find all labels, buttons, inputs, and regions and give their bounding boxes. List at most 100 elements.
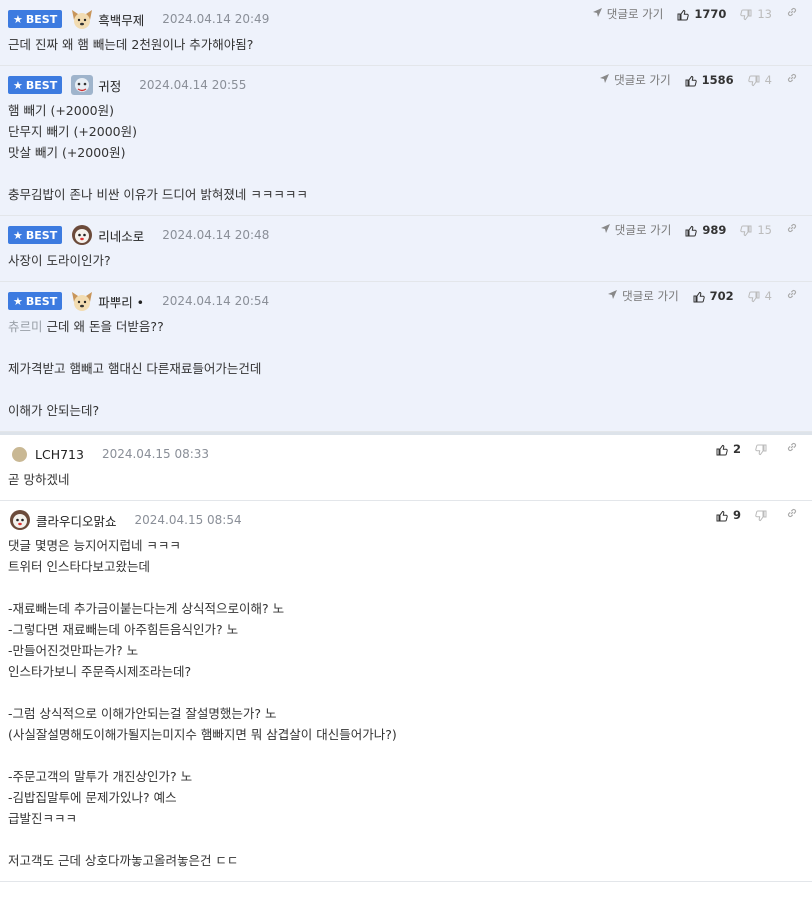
like-button[interactable]: 1770 bbox=[677, 7, 726, 21]
link-icon[interactable] bbox=[786, 288, 798, 304]
comment-text: 햄 빼기 (+2000원) bbox=[8, 103, 114, 118]
go-to-reply-link[interactable]: 댓글로 가기 bbox=[607, 288, 679, 304]
comment-line: 이해가 안되는데? bbox=[8, 400, 804, 421]
comment-text: 댓글 몇명은 능지어지럽네 ㅋㅋㅋ bbox=[8, 538, 181, 553]
comment-body: 근데 진짜 왜 햄 빼는데 2천원이나 추가해야됨? bbox=[8, 34, 804, 55]
go-to-reply-link[interactable]: 댓글로 가기 bbox=[599, 72, 671, 88]
like-count: 2 bbox=[732, 442, 741, 456]
mention-link[interactable]: 츄르미 bbox=[8, 319, 43, 334]
comment-line bbox=[8, 337, 804, 358]
comment-item: LCH713 2024.04.15 08:33 2 곧 망하겠네 bbox=[0, 435, 812, 501]
dislike-count: 15 bbox=[757, 223, 772, 237]
dislike-count: 4 bbox=[764, 73, 772, 87]
nickname[interactable]: 클라우디오맑쇼 bbox=[36, 511, 117, 530]
comment-text: -그럼 상식적으로 이해가안되는걸 잘설명했는가? 노 bbox=[8, 706, 277, 721]
go-to-reply-link[interactable]: 댓글로 가기 bbox=[592, 6, 664, 22]
comment-item: ★ BEST 귀정 2024.04.14 20:55 댓글로 가기 1586 4 햄 빼기 (… bbox=[0, 66, 812, 216]
comment-text: 급발진ㅋㅋㅋ bbox=[8, 811, 78, 826]
avatar[interactable] bbox=[70, 224, 94, 246]
avatar[interactable] bbox=[12, 446, 27, 462]
nickname[interactable]: 파뿌리 • bbox=[98, 292, 144, 311]
comment-date: 2024.04.14 20:48 bbox=[162, 228, 270, 242]
comment-line: 햄 빼기 (+2000원) bbox=[8, 100, 804, 121]
thumbs-down-icon bbox=[755, 508, 767, 522]
link-icon[interactable] bbox=[786, 6, 798, 22]
reply-arrow-icon bbox=[600, 223, 611, 237]
comment-text: 근데 진짜 왜 햄 빼는데 2천원이나 추가해야됨? bbox=[8, 37, 254, 52]
like-count: 989 bbox=[702, 223, 727, 237]
dislike-button[interactable] bbox=[755, 508, 772, 522]
dislike-button[interactable] bbox=[755, 442, 772, 456]
nickname[interactable]: LCH713 bbox=[35, 447, 84, 462]
comment-date: 2024.04.15 08:33 bbox=[101, 447, 210, 461]
star-icon: ★ bbox=[13, 12, 23, 26]
go-to-reply-label: 댓글로 가기 bbox=[606, 7, 664, 21]
comment-body: 사장이 도라이인가? bbox=[8, 250, 804, 271]
comment-body: 곧 망하겠네 bbox=[8, 469, 804, 490]
star-icon: ★ bbox=[13, 294, 23, 308]
reply-arrow-icon bbox=[599, 73, 610, 87]
best-badge-label: BEST bbox=[25, 294, 58, 308]
nickname[interactable]: 리네소로 bbox=[98, 226, 144, 245]
link-icon[interactable] bbox=[786, 222, 798, 238]
comment-actions: 댓글로 가기 702 4 bbox=[607, 288, 798, 304]
go-to-reply-label: 댓글로 가기 bbox=[614, 73, 671, 87]
avatar[interactable] bbox=[8, 509, 32, 531]
comment-line: -그럼 상식적으로 이해가안되는걸 잘설명했는가? 노 bbox=[8, 703, 804, 724]
comment-text: -재료빼는데 추가금이붙는다는게 상식적으로이해? 노 bbox=[8, 601, 285, 616]
avatar[interactable] bbox=[70, 8, 94, 30]
comment-line: -주문고객의 말투가 개진상인가? 노 bbox=[8, 766, 804, 787]
comment-line: 근데 진짜 왜 햄 빼는데 2천원이나 추가해야됨? bbox=[8, 34, 804, 55]
like-count: 702 bbox=[709, 289, 734, 303]
avatar[interactable] bbox=[70, 74, 94, 96]
comment-line: 저고객도 근데 상호다까놓고올려놓은건 ㄷㄷ bbox=[8, 850, 804, 871]
comment-text: -김밥집말투에 문제가있나? 예스 bbox=[8, 790, 177, 805]
comment-text: -만들어진것만파는가? 노 bbox=[8, 643, 139, 658]
best-badge: ★ BEST bbox=[8, 292, 63, 310]
like-button[interactable]: 1586 bbox=[685, 73, 734, 87]
comment-line bbox=[8, 682, 804, 703]
like-button[interactable]: 989 bbox=[685, 223, 726, 237]
comment-text: 사장이 도라이인가? bbox=[8, 253, 111, 268]
comment-text: 근데 왜 돈을 더받음?? bbox=[46, 319, 164, 334]
comment-text: (사실잘설명해도이해가될지는미지수 햄빠지면 뭐 삼겹살이 대신들어가나?) bbox=[8, 727, 397, 742]
comment-line: 충무김밥이 존나 비싼 이유가 드디어 밝혀졌네 ㅋㅋㅋㅋㅋ bbox=[8, 184, 804, 205]
comment-line: 급발진ㅋㅋㅋ bbox=[8, 808, 804, 829]
link-icon[interactable] bbox=[786, 441, 798, 457]
comment-line bbox=[8, 577, 804, 598]
thumbs-up-icon bbox=[716, 508, 728, 522]
comment-text: 곧 망하겠네 bbox=[8, 472, 70, 487]
dislike-button[interactable]: 4 bbox=[747, 289, 772, 303]
comment-item: ★ BEST 흑백무제 2024.04.14 20:49 댓글로 가기 1770 13 근데 … bbox=[0, 0, 812, 66]
nickname[interactable]: 귀정 bbox=[98, 76, 121, 95]
comment-line: 댓글 몇명은 능지어지럽네 ㅋㅋㅋ bbox=[8, 535, 804, 556]
comment-line: (사실잘설명해도이해가될지는미지수 햄빠지면 뭐 삼겹살이 대신들어가나?) bbox=[8, 724, 804, 745]
go-to-reply-label: 댓글로 가기 bbox=[622, 289, 679, 303]
best-badge: ★ BEST bbox=[8, 76, 63, 94]
dislike-button[interactable]: 15 bbox=[740, 223, 772, 237]
comment-text: 저고객도 근데 상호다까놓고올려놓은건 ㄷㄷ bbox=[8, 853, 239, 868]
comment-line bbox=[8, 379, 804, 400]
dislike-button[interactable]: 13 bbox=[740, 7, 772, 21]
comment-text: 트위터 인스타다보고왔는데 bbox=[8, 559, 150, 574]
like-button[interactable]: 702 bbox=[693, 289, 734, 303]
comment-item: 클라우디오맑쇼 2024.04.15 08:54 9 댓글 몇명은 능지어지럽네 ㅋㅋ… bbox=[0, 501, 812, 882]
nickname[interactable]: 흑백무제 bbox=[98, 10, 144, 29]
best-badge: ★ BEST bbox=[8, 10, 63, 28]
avatar[interactable] bbox=[70, 290, 94, 312]
thumbs-up-icon bbox=[685, 73, 697, 87]
comment-line bbox=[8, 163, 804, 184]
go-to-reply-label: 댓글로 가기 bbox=[614, 223, 672, 237]
link-icon[interactable] bbox=[786, 507, 798, 523]
go-to-reply-link[interactable]: 댓글로 가기 bbox=[600, 222, 672, 238]
link-icon[interactable] bbox=[786, 72, 798, 88]
comment-body: 츄르미 근데 왜 돈을 더받음?? 제가격받고 햄빼고 햄대신 다른재료들어가는건데… bbox=[8, 316, 804, 421]
like-button[interactable]: 9 bbox=[716, 508, 741, 522]
dislike-button[interactable]: 4 bbox=[747, 73, 772, 87]
comment-line: 인스타가보니 주문즉시제조라는데? bbox=[8, 661, 804, 682]
comment-text: -그렇다면 재료빼는데 아주힘든음식인가? 노 bbox=[8, 622, 239, 637]
comment-actions: 9 bbox=[716, 507, 798, 523]
comment-line: -김밥집말투에 문제가있나? 예스 bbox=[8, 787, 804, 808]
comment-text: 단무지 빼기 (+2000원) bbox=[8, 124, 137, 139]
like-button[interactable]: 2 bbox=[716, 442, 741, 456]
